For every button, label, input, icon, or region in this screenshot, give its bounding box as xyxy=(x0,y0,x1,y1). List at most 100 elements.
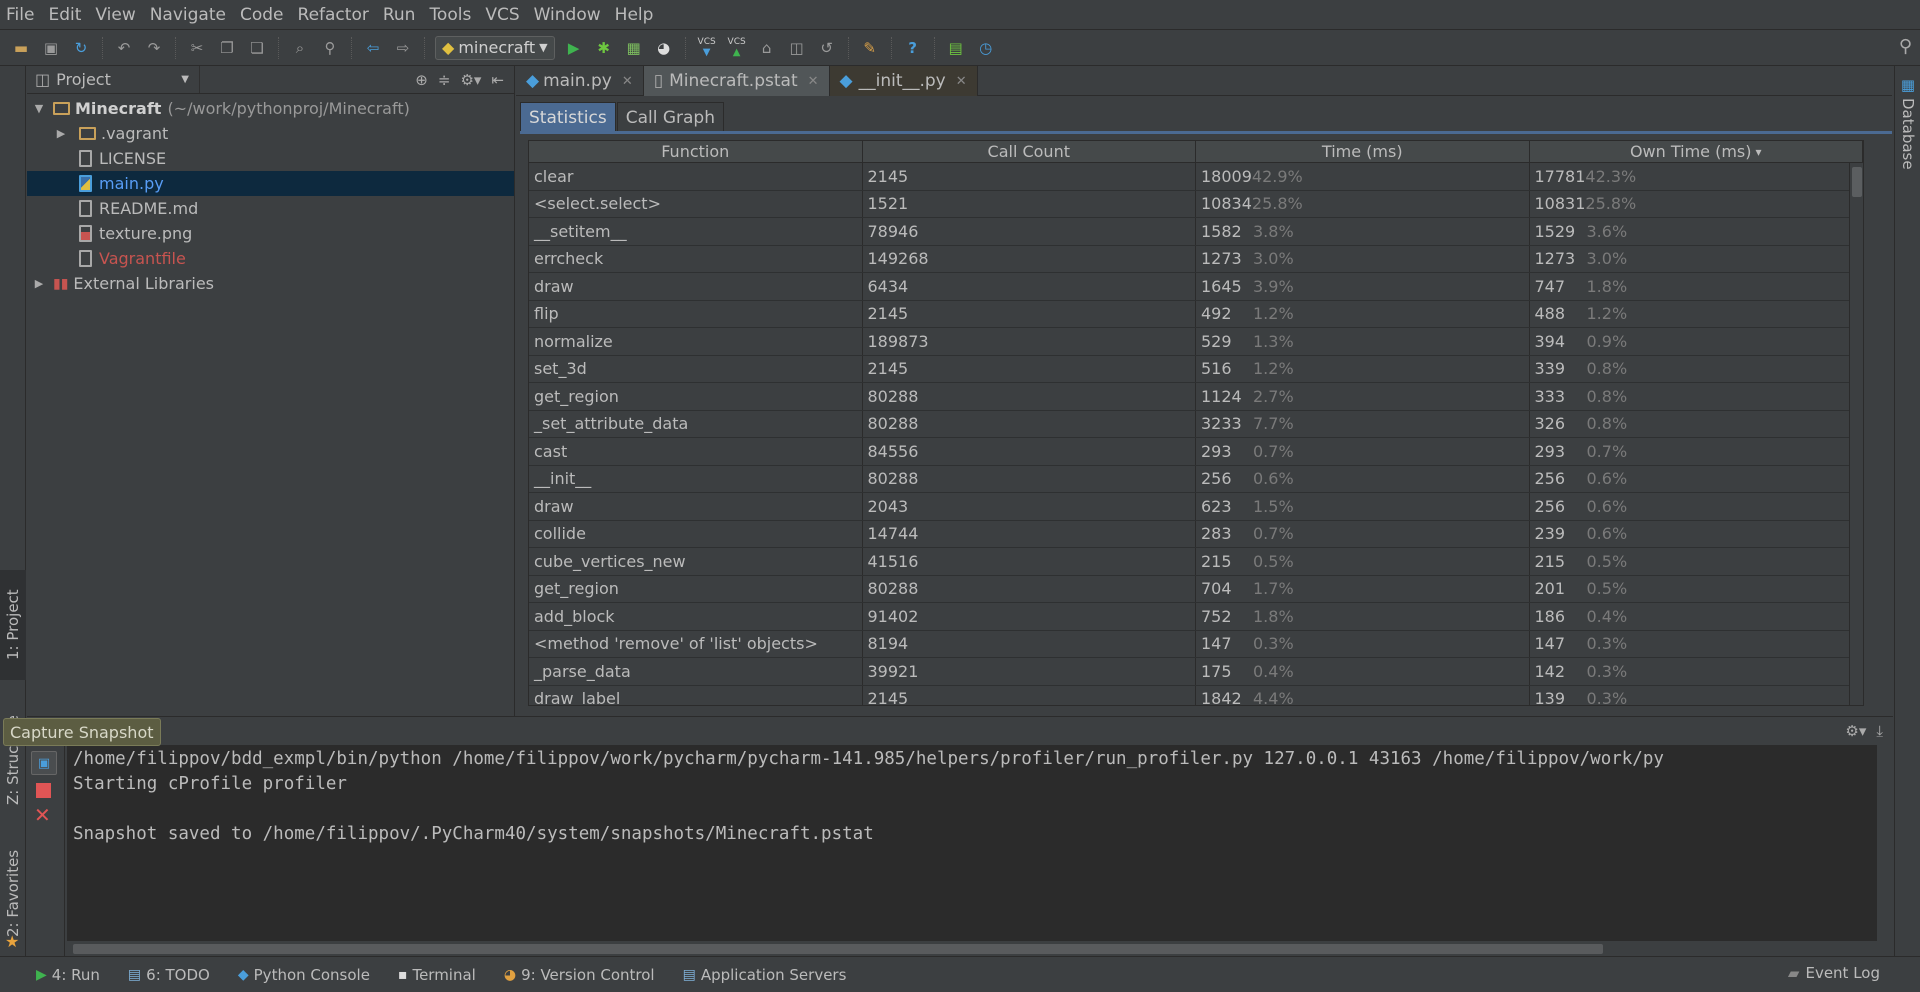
coverage-icon[interactable]: ▦ xyxy=(623,37,645,59)
open-folder-icon[interactable]: ▬ xyxy=(10,37,32,59)
scrollbar-thumb[interactable] xyxy=(1852,167,1862,197)
debug-icon[interactable]: ✱ xyxy=(593,37,615,59)
run-configuration-select[interactable]: ◆ minecraft ▼ xyxy=(435,35,555,60)
tool-tab-database[interactable]: ▦ Database xyxy=(1895,76,1920,176)
forward-icon[interactable]: ⇨ xyxy=(392,37,414,59)
table-row[interactable]: draw_label 2145 1842 4.4% 139 0.3% xyxy=(529,685,1863,705)
collapse-all-icon[interactable]: ≑ xyxy=(438,71,451,89)
menu-tools[interactable]: Tools xyxy=(429,5,471,25)
expand-arrow-icon[interactable]: ▼ xyxy=(31,102,47,115)
settings-wrench-icon[interactable]: ✎ xyxy=(859,37,881,59)
tab-statistics[interactable]: Statistics xyxy=(520,102,616,132)
capture-snapshot-button[interactable]: ▣ xyxy=(31,751,57,775)
table-row[interactable]: _set_attribute_data 80288 3233 7.7% 326 0.8% xyxy=(529,410,1863,438)
synchronize-icon[interactable]: ↻ xyxy=(70,37,92,59)
undo-icon[interactable]: ↶ xyxy=(113,37,135,59)
tree-root-minecraft[interactable]: ▼ Minecraft (~/work/pythonproj/Minecraft… xyxy=(27,96,514,121)
menu-code[interactable]: Code xyxy=(240,5,284,25)
tree-item-readme[interactable]: README.md xyxy=(27,196,514,221)
scrollbar-thumb[interactable] xyxy=(73,944,1603,954)
table-row[interactable]: __init__ 80288 256 0.6% 256 0.6% xyxy=(529,465,1863,493)
run-icon[interactable]: ▶ xyxy=(563,37,585,59)
find-icon[interactable]: ⌕ xyxy=(289,37,311,59)
tool-tab-todo[interactable]: ▤ 6: TODO xyxy=(128,966,210,984)
menu-edit[interactable]: Edit xyxy=(48,5,81,25)
table-row[interactable]: <method 'remove' of 'list' objects> 8194 1… xyxy=(529,630,1863,658)
tool-tab-version-control[interactable]: ◕ 9: Version Control xyxy=(504,966,655,984)
table-row[interactable]: _parse_data 39921 175 0.4% 142 0.3% xyxy=(529,658,1863,686)
profile-icon[interactable]: ◕ xyxy=(653,37,675,59)
close-icon[interactable]: ✕ xyxy=(808,74,819,89)
close-icon[interactable]: ✕ xyxy=(956,74,967,89)
menu-run[interactable]: Run xyxy=(383,5,416,25)
menu-refactor[interactable]: Refactor xyxy=(298,5,369,25)
project-view-select[interactable]: ◫ Project ▼ xyxy=(35,66,200,93)
tab-init-py[interactable]: ◆ __init__.py ✕ xyxy=(829,66,978,96)
table-row[interactable]: cast 84556 293 0.7% 293 0.7% xyxy=(529,438,1863,466)
tab-main-py[interactable]: ◆ main.py ✕ xyxy=(516,66,644,96)
table-row[interactable]: normalize 189873 529 1.3% 394 0.9% xyxy=(529,328,1863,356)
redo-icon[interactable]: ↷ xyxy=(143,37,165,59)
table-row[interactable]: get_region 80288 1124 2.7% 333 0.8% xyxy=(529,383,1863,411)
menu-help[interactable]: Help xyxy=(615,5,654,25)
close-icon[interactable]: ✕ xyxy=(622,74,633,89)
console-hscrollbar[interactable] xyxy=(67,941,1877,957)
event-log-button[interactable]: ▰ Event Log xyxy=(1788,964,1880,982)
table-row[interactable]: errcheck 149268 1273 3.0% 1273 3.0% xyxy=(529,245,1863,273)
gear-icon[interactable]: ⚙▾ xyxy=(460,71,481,89)
gear-icon[interactable]: ⚙▾ xyxy=(1845,722,1866,740)
menu-vcs[interactable]: VCS xyxy=(485,5,519,25)
tool-tab-python-console[interactable]: ◆ Python Console xyxy=(238,966,370,984)
expand-arrow-icon[interactable]: ▶ xyxy=(31,277,47,290)
table-row[interactable]: set_3d 2145 516 1.2% 339 0.8% xyxy=(529,355,1863,383)
hide-panel-icon[interactable]: ⤓ xyxy=(1876,722,1883,740)
tree-external-libraries[interactable]: ▶ ▮▮ External Libraries xyxy=(27,271,514,296)
vcs-update-icon[interactable]: VCS ▼ xyxy=(696,37,718,59)
tree-item-texture[interactable]: texture.png xyxy=(27,221,514,246)
paste-icon[interactable]: ❏ xyxy=(246,37,268,59)
tool-tab-application-servers[interactable]: ▤ Application Servers xyxy=(683,966,847,984)
console-output[interactable]: /home/filippov/bdd_exmpl/bin/python /hom… xyxy=(67,745,1877,941)
scroll-from-source-icon[interactable]: ⊕ xyxy=(415,71,428,89)
column-header-own-time[interactable]: Own Time (ms) ▾ xyxy=(1530,141,1863,162)
tree-item-vagrant[interactable]: ▶ .vagrant xyxy=(27,121,514,146)
copy-icon[interactable]: ❐ xyxy=(216,37,238,59)
cut-icon[interactable]: ✂ xyxy=(186,37,208,59)
save-all-icon[interactable]: ▣ xyxy=(40,37,62,59)
table-row[interactable]: add_block 91402 752 1.8% 186 0.4% xyxy=(529,603,1863,631)
external-tool-icon[interactable]: ▤ xyxy=(945,37,967,59)
tree-item-vagrantfile[interactable]: Vagrantfile xyxy=(27,246,514,271)
table-row[interactable]: draw 2043 623 1.5% 256 0.6% xyxy=(529,493,1863,521)
close-run-button[interactable]: ✕ xyxy=(34,803,51,827)
tree-item-main-py[interactable]: main.py xyxy=(27,171,514,196)
menu-window[interactable]: Window xyxy=(534,5,601,25)
vcs-history-icon[interactable]: ◫ xyxy=(786,37,808,59)
column-header-call-count[interactable]: Call Count xyxy=(863,141,1196,162)
stop-button[interactable] xyxy=(36,783,51,798)
hide-panel-icon[interactable]: ⇤ xyxy=(491,71,504,89)
revert-icon[interactable]: ↺ xyxy=(816,37,838,59)
back-icon[interactable]: ⇦ xyxy=(362,37,384,59)
menu-view[interactable]: View xyxy=(95,5,135,25)
search-everywhere-icon[interactable]: ⚲ xyxy=(1899,36,1912,57)
table-scrollbar[interactable] xyxy=(1849,163,1863,705)
table-row[interactable]: clear 2145 18009 42.9% 17781 42.3% xyxy=(529,163,1863,191)
menu-file[interactable]: File xyxy=(6,5,34,25)
table-row[interactable]: __setitem__ 78946 1582 3.8% 1529 3.6% xyxy=(529,218,1863,246)
table-row[interactable]: draw 6434 1645 3.9% 747 1.8% xyxy=(529,273,1863,301)
replace-icon[interactable]: ⚲ xyxy=(319,37,341,59)
tool-tab-terminal[interactable]: ▪ Terminal xyxy=(398,966,476,984)
table-row[interactable]: collide 14744 283 0.7% 239 0.6% xyxy=(529,520,1863,548)
column-header-time[interactable]: Time (ms) xyxy=(1196,141,1530,162)
table-row[interactable]: flip 2145 492 1.2% 488 1.2% xyxy=(529,300,1863,328)
vcs-commit-icon[interactable]: VCS ▲ xyxy=(726,37,748,59)
help-icon[interactable]: ? xyxy=(902,37,924,59)
table-row[interactable]: get_region 80288 704 1.7% 201 0.5% xyxy=(529,575,1863,603)
menu-navigate[interactable]: Navigate xyxy=(150,5,226,25)
table-row[interactable]: <select.select> 1521 10834 25.8% 10831 25.8% xyxy=(529,190,1863,218)
expand-arrow-icon[interactable]: ▶ xyxy=(53,127,69,140)
tool-tab-project[interactable]: 1: Project xyxy=(0,570,26,680)
tool-tab-run[interactable]: ▶ 4: Run xyxy=(36,966,100,984)
table-row[interactable]: cube_vertices_new 41516 215 0.5% 215 0.5% xyxy=(529,548,1863,576)
tree-item-license[interactable]: LICENSE xyxy=(27,146,514,171)
